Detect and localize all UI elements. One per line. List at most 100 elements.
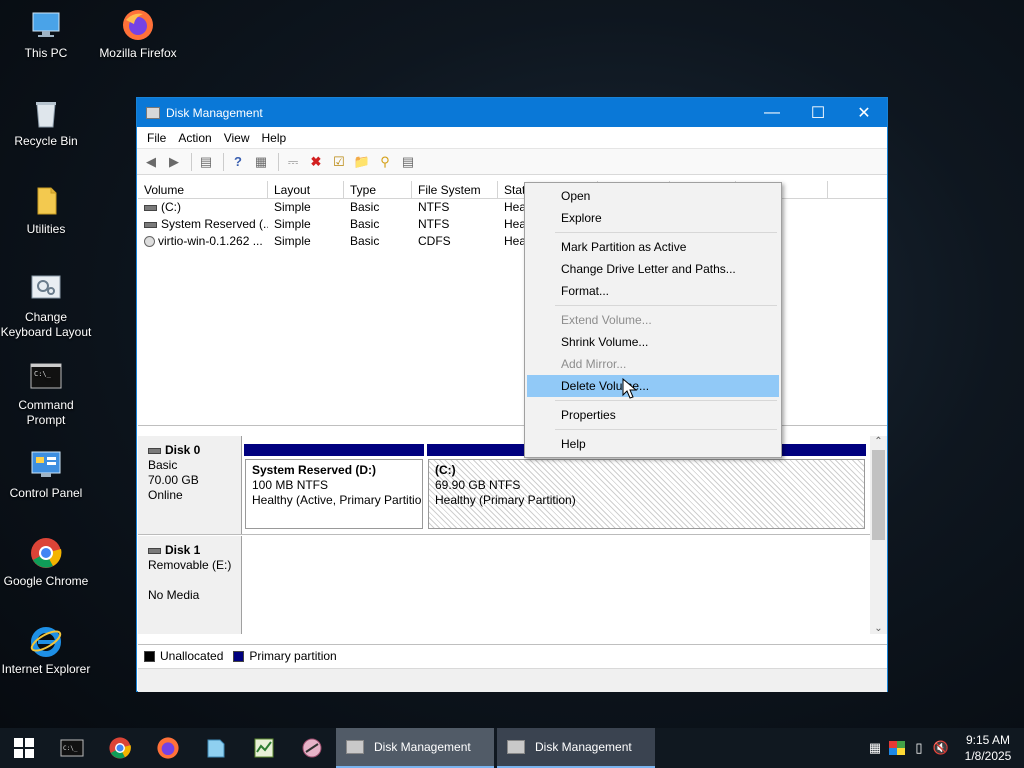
volume-name: virtio-win-0.1.262 ... [158,234,263,248]
menu-item-mark-active[interactable]: Mark Partition as Active [527,236,779,258]
volume-layout: Simple [274,217,311,231]
menu-item-shrink-volume[interactable]: Shrink Volume... [527,331,779,353]
mouse-cursor-icon [622,377,638,400]
partition-system-reserved[interactable]: System Reserved (D:) 100 MB NTFS Healthy… [245,459,423,529]
disk-icon [148,547,161,554]
connect-icon[interactable]: ⎓ [283,152,303,172]
taskbar-app-disk-management[interactable]: Disk Management [336,728,494,768]
snipping-tool-icon [302,738,322,758]
network-icon[interactable]: ▦ [864,728,886,768]
disk-size: 70.00 GB [148,473,199,487]
scroll-up-icon[interactable]: ⌃ [870,436,887,447]
show-hide-console-tree-icon[interactable]: ▤ [196,152,216,172]
menu-action[interactable]: Action [172,131,217,145]
status-bar [138,668,887,692]
desktop-icon-utilities[interactable]: Utilities [0,184,92,237]
list-view-icon[interactable]: ▤ [398,152,418,172]
taskbar-chrome[interactable] [96,728,144,768]
help-icon[interactable]: ? [228,152,248,172]
firefox-icon [157,737,179,759]
partition-status: Healthy (Primary Partition) [435,493,576,507]
desktop-icon-keyboard-layout[interactable]: Change Keyboard Layout [0,272,92,340]
desktop-icon-this-pc[interactable]: This PC [0,8,92,61]
menu-item-change-drive-letter[interactable]: Change Drive Letter and Paths... [527,258,779,280]
disk-name: Disk 0 [165,443,201,457]
start-button[interactable] [0,728,48,768]
menu-separator [555,305,777,306]
folder-icon [29,184,63,218]
drive-icon [144,204,157,211]
scroll-down-icon[interactable]: ⌄ [870,623,887,634]
maximize-button[interactable]: ☐ [795,98,841,127]
volume-fs: NTFS [418,200,450,214]
forward-icon[interactable]: ▶ [164,152,184,172]
clock[interactable]: 9:15 AM 1/8/2025 [952,732,1024,764]
menu-item-delete-volume[interactable]: Delete Volume... [527,375,779,397]
desktop-icon-command-prompt[interactable]: C:\_ Command Prompt [0,360,92,428]
close-button[interactable]: ✕ [841,98,887,127]
partition-name: System Reserved (D:) [252,463,377,477]
taskbar-snipping-tool[interactable] [288,728,336,768]
desktop-icon-chrome[interactable]: Google Chrome [0,536,92,589]
partition-c[interactable]: (C:) 69.90 GB NTFS Healthy (Primary Part… [428,459,865,529]
column-volume[interactable]: Volume [138,181,268,198]
disk-name: Disk 1 [165,543,201,557]
minimize-button[interactable]: — [749,98,795,127]
partition-bar [244,444,424,456]
desktop-icon-label: This PC [24,46,68,60]
desktop-icon-recycle-bin[interactable]: Recycle Bin [0,96,92,149]
disk-1-label[interactable]: Disk 1 Removable (E:) No Media [138,536,242,634]
context-menu: Open Explore Mark Partition as Active Ch… [524,182,782,458]
title-bar[interactable]: Disk Management — ☐ ✕ [137,98,887,127]
folder-up-icon[interactable]: 📁 [352,152,372,172]
menu-item-help[interactable]: Help [527,433,779,455]
desktop-icon-label: Command Prompt [18,398,74,427]
taskbar-notepad[interactable] [192,728,240,768]
volume-muted-icon[interactable]: 🔇 [930,728,952,768]
legend: Unallocated Primary partition [138,644,887,667]
menu-separator [555,232,777,233]
volume-type: Basic [350,200,380,214]
menu-view[interactable]: View [218,131,256,145]
menu-item-properties[interactable]: Properties [527,404,779,426]
menu-item-format[interactable]: Format... [527,280,779,302]
control-panel-icon [29,448,63,482]
menu-item-open[interactable]: Open [527,185,779,207]
volume-type: Basic [350,217,380,231]
menu-item-explore[interactable]: Explore [527,207,779,229]
command-prompt-icon: C:\_ [60,739,84,757]
svg-text:C:\_: C:\_ [34,370,52,378]
back-icon[interactable]: ◀ [141,152,161,172]
desktop-icon-firefox[interactable]: Mozilla Firefox [92,8,184,61]
taskbar-app-disk-management[interactable]: Disk Management [497,728,655,768]
delete-icon[interactable]: ✖ [306,152,326,172]
color-management-icon[interactable] [886,728,908,768]
taskbar-task-manager[interactable] [240,728,288,768]
vertical-scrollbar[interactable]: ⌃ ⌄ [870,436,887,634]
volume-layout: Simple [274,234,311,248]
disk-management-icon [507,740,525,754]
menu-help[interactable]: Help [256,131,293,145]
check-icon[interactable]: ☑ [329,152,349,172]
taskbar-firefox[interactable] [144,728,192,768]
keyboard-layout-icon [29,272,63,306]
desktop-icon-internet-explorer[interactable]: Internet Explorer [0,624,92,677]
this-pc-icon [29,8,63,42]
column-type[interactable]: Type [344,181,412,198]
properties-icon[interactable]: ▦ [251,152,271,172]
scrollbar-thumb[interactable] [872,450,885,540]
search-icon[interactable]: ⚲ [375,152,395,172]
desktop-icon-control-panel[interactable]: Control Panel [0,448,92,501]
legend-unallocated-swatch [144,650,155,662]
volume-fs: NTFS [418,217,450,231]
menu-file[interactable]: File [141,131,172,145]
command-prompt-icon: C:\_ [29,360,63,394]
column-layout[interactable]: Layout [268,181,344,198]
taskbar-command-prompt[interactable]: C:\_ [48,728,96,768]
device-icon[interactable]: ▯ [908,728,930,768]
volume-name: System Reserved (... [161,217,268,231]
disk-0-label[interactable]: Disk 0 Basic 70.00 GB Online [138,436,242,534]
task-manager-icon [254,738,274,758]
column-file-system[interactable]: File System [412,181,498,198]
desktop-icon-label: Utilities [26,222,66,236]
